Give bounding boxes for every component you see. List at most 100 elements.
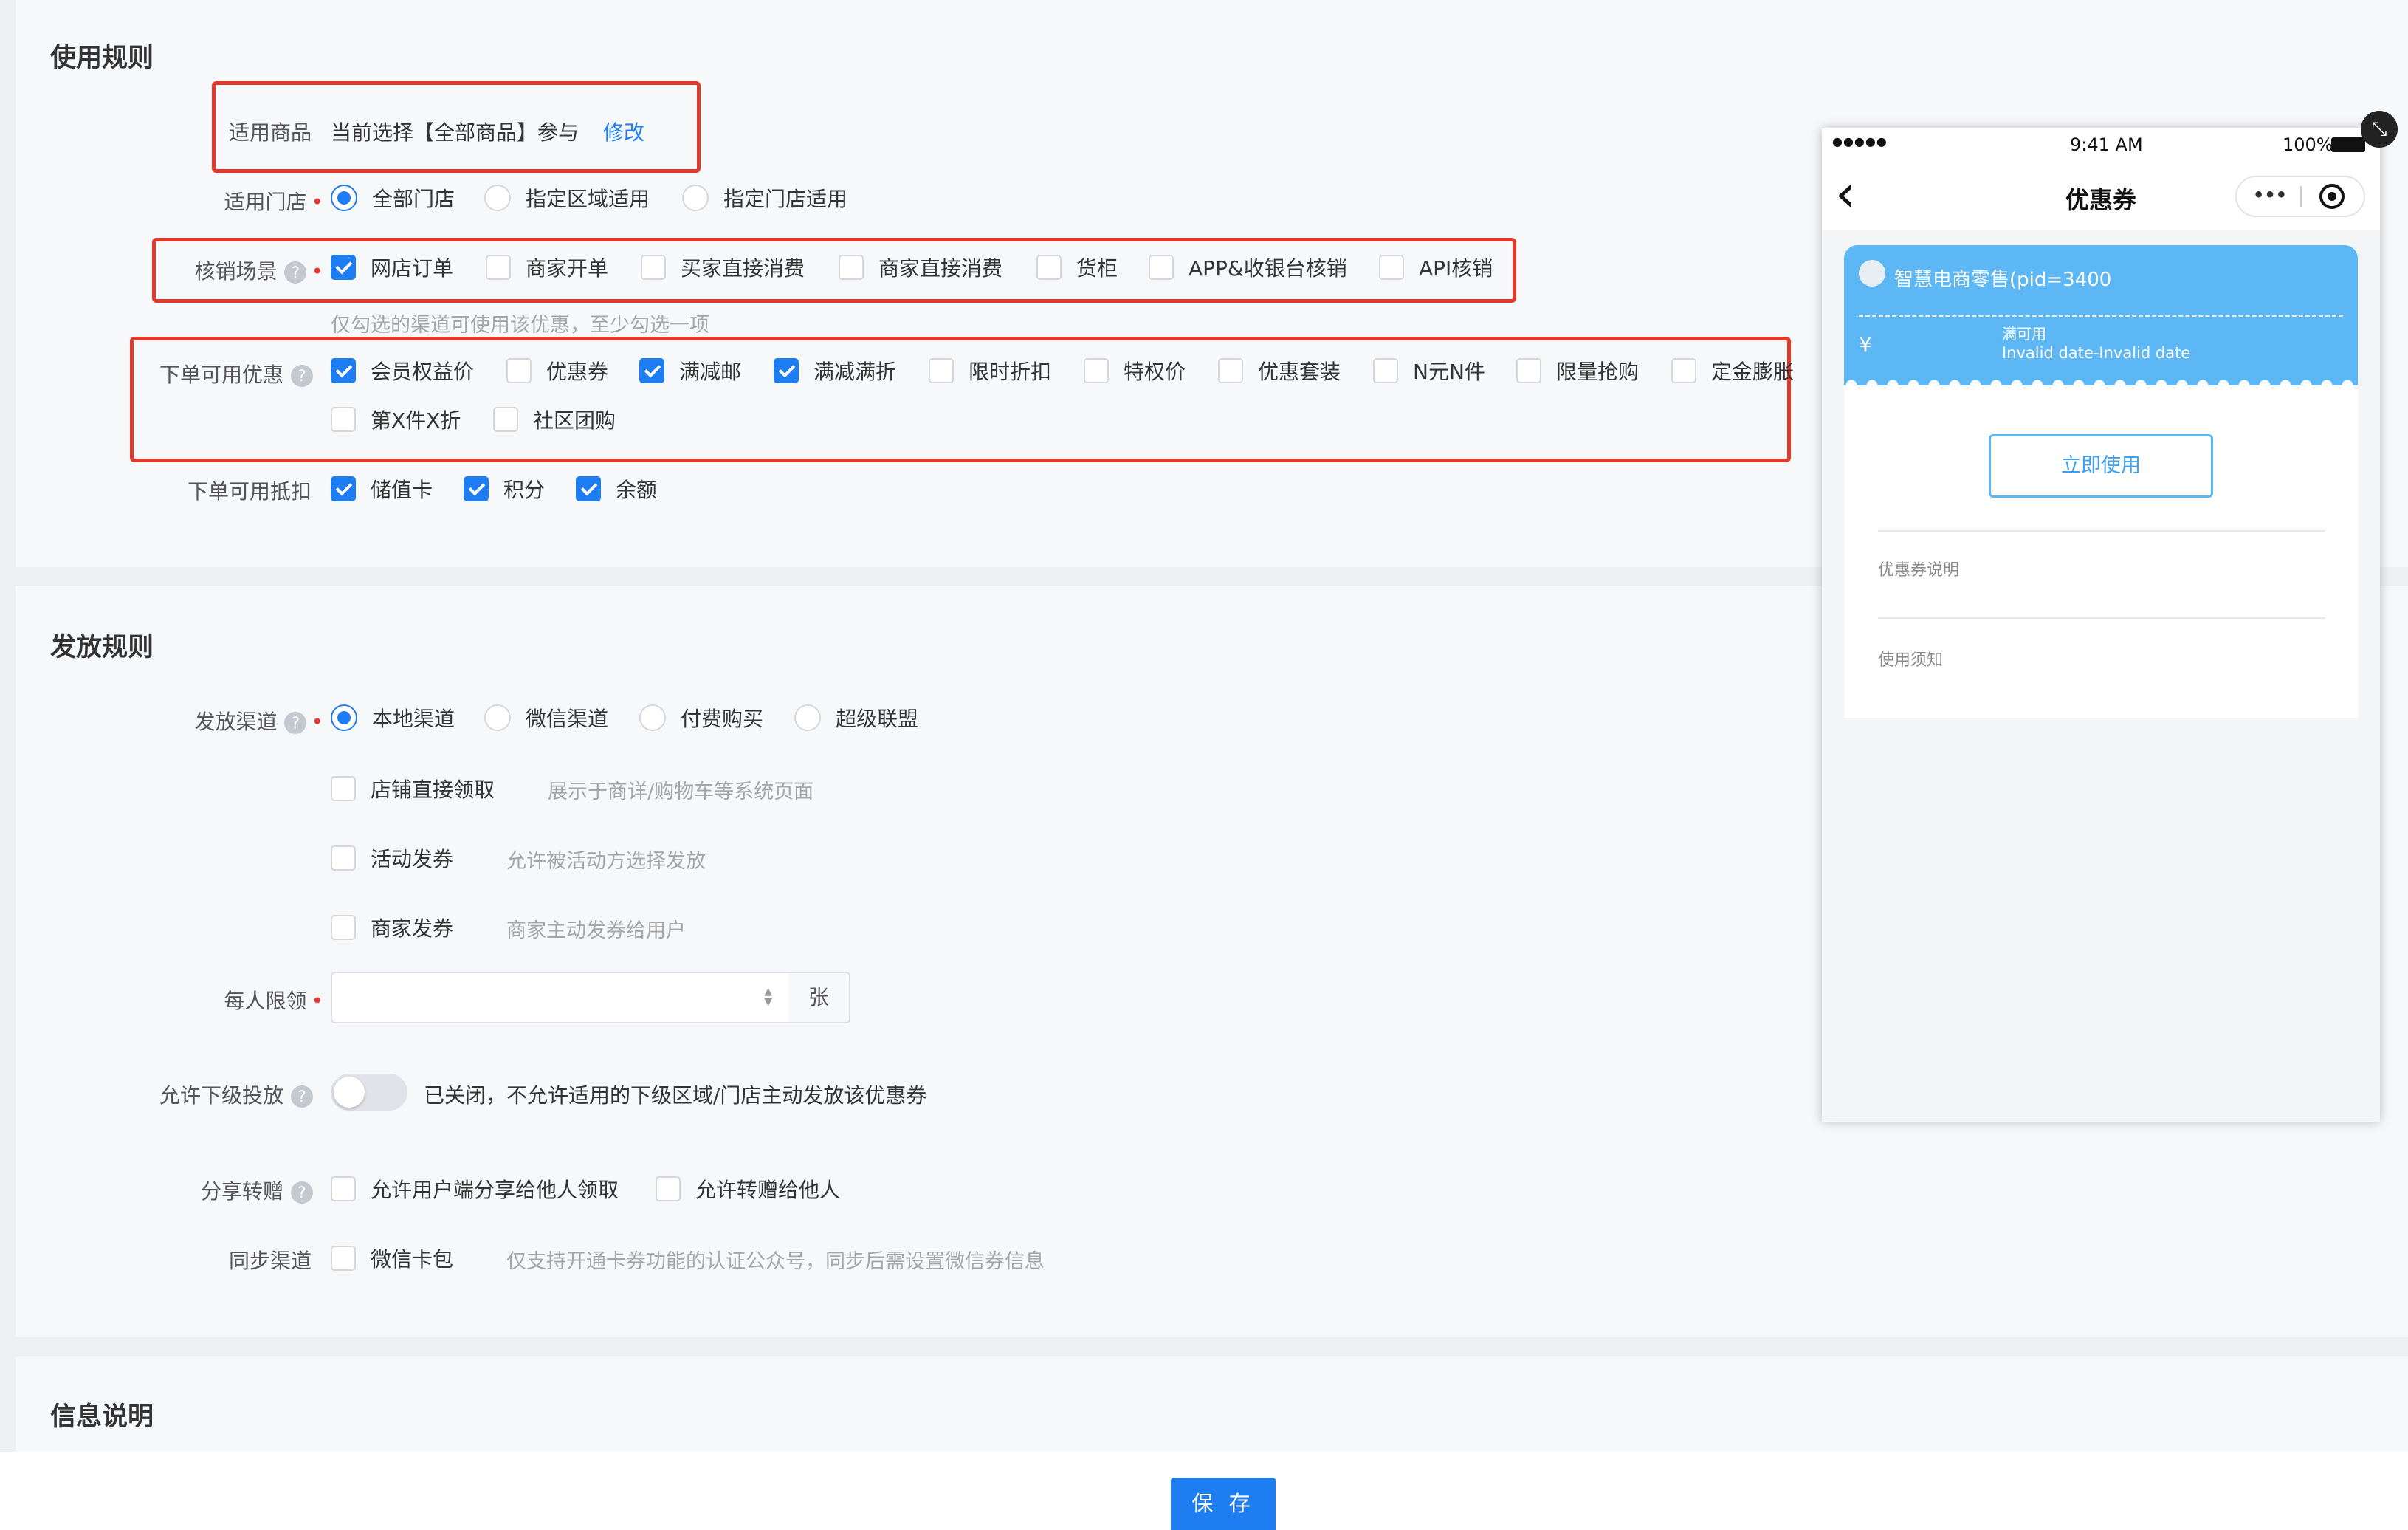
- discount-option[interactable]: 社区团购: [493, 405, 616, 434]
- radio-icon[interactable]: [331, 185, 357, 211]
- order-deductions-label: 下单可用抵扣: [187, 479, 312, 504]
- help-icon[interactable]: ?: [291, 365, 313, 387]
- coupon-notice-label[interactable]: 使用须知: [1878, 647, 1943, 670]
- checkbox-icon[interactable]: [506, 358, 532, 383]
- use-now-button[interactable]: 立即使用: [1989, 434, 2213, 498]
- coupon-desc-label[interactable]: 优惠券说明: [1878, 557, 1959, 580]
- issue-channel-label: 发放渠道? •: [194, 710, 323, 734]
- checkbox-icon[interactable]: [1671, 358, 1696, 383]
- limit-unit: 张: [788, 972, 850, 1023]
- more-icon[interactable]: •••: [2253, 185, 2287, 205]
- checkbox-icon[interactable]: [656, 1176, 681, 1201]
- discount-option[interactable]: 第X件X折: [331, 405, 461, 434]
- checkbox-icon[interactable]: [464, 476, 489, 501]
- checkbox-icon[interactable]: [576, 476, 601, 501]
- store-option-store[interactable]: 指定门店适用: [682, 183, 847, 213]
- checkbox-icon[interactable]: [1036, 255, 1062, 280]
- activity-issue-hint: 允许被活动方选择发放: [506, 850, 706, 873]
- status-time: 9:41 AM: [2070, 134, 2143, 155]
- issue-rules-title: 发放规则: [50, 633, 154, 662]
- help-icon[interactable]: ?: [284, 712, 307, 734]
- writeoff-option[interactable]: 买家直接消费: [641, 253, 805, 282]
- store-option-all[interactable]: 全部门店: [331, 183, 455, 213]
- writeoff-option[interactable]: APP&收银台核销: [1149, 253, 1347, 282]
- store-option-region[interactable]: 指定区域适用: [484, 183, 650, 213]
- help-icon[interactable]: ?: [284, 261, 307, 284]
- discount-option[interactable]: 定金膨胀: [1671, 356, 1795, 385]
- radio-icon[interactable]: [484, 185, 511, 211]
- channel-option-wechat[interactable]: 微信渠道: [484, 703, 608, 733]
- nav-bar: ‹ 优惠券 •••: [1822, 161, 2380, 230]
- discount-option[interactable]: 优惠套装: [1218, 356, 1341, 385]
- discount-option[interactable]: 会员权益价: [331, 356, 474, 385]
- merchant-issue-hint: 商家主动发券给用户: [506, 919, 686, 942]
- radio-icon[interactable]: [639, 704, 666, 731]
- help-icon[interactable]: ?: [291, 1181, 313, 1204]
- checkbox-icon[interactable]: [639, 358, 664, 383]
- discount-option[interactable]: N元N件: [1373, 356, 1485, 385]
- writeoff-option[interactable]: 商家直接消费: [839, 253, 1002, 282]
- writeoff-option[interactable]: 商家开单: [486, 253, 608, 282]
- checkbox-icon[interactable]: [331, 776, 356, 801]
- deduction-option[interactable]: 积分: [464, 474, 545, 504]
- channel-option-alliance[interactable]: 超级联盟: [794, 703, 918, 733]
- share-option[interactable]: 允许用户端分享给他人领取: [331, 1174, 619, 1204]
- checkbox-icon[interactable]: [1218, 358, 1243, 383]
- channel-option-paid[interactable]: 付费购买: [639, 703, 763, 733]
- help-icon[interactable]: ?: [291, 1085, 313, 1108]
- deduction-option[interactable]: 余额: [576, 474, 657, 504]
- radio-icon[interactable]: [484, 704, 511, 731]
- checkbox-icon[interactable]: [1149, 255, 1174, 280]
- checkbox-icon[interactable]: [1373, 358, 1398, 383]
- radio-icon[interactable]: [794, 704, 821, 731]
- checkbox-icon[interactable]: [839, 255, 864, 280]
- edit-goods-link[interactable]: 修改: [603, 117, 644, 146]
- activity-issue[interactable]: 活动发券: [331, 843, 453, 873]
- transfer-option[interactable]: 允许转赠给他人: [656, 1174, 840, 1204]
- checkbox-icon[interactable]: [331, 476, 356, 501]
- checkbox-icon[interactable]: [331, 915, 356, 940]
- collapse-icon[interactable]: ⤡: [2361, 111, 2398, 148]
- radio-icon[interactable]: [331, 704, 357, 731]
- discount-option[interactable]: 限量抢购: [1516, 356, 1639, 385]
- checkbox-icon[interactable]: [774, 358, 799, 383]
- deduction-option[interactable]: 储值卡: [331, 474, 433, 504]
- allow-sub-delivery-toggle[interactable]: [331, 1074, 407, 1111]
- checkbox-icon[interactable]: [493, 407, 518, 432]
- checkbox-icon[interactable]: [331, 358, 356, 383]
- merchant-issue[interactable]: 商家发券: [331, 913, 453, 942]
- checkbox-icon[interactable]: [486, 255, 511, 280]
- checkbox-icon[interactable]: [929, 358, 954, 383]
- radio-icon[interactable]: [682, 185, 709, 211]
- checkbox-icon[interactable]: [1084, 358, 1109, 383]
- discount-option[interactable]: 特权价: [1084, 356, 1186, 385]
- discount-option[interactable]: 满减满折: [774, 356, 896, 385]
- checkbox-icon[interactable]: [1379, 255, 1404, 280]
- per-person-limit-label: 每人限领 •: [224, 989, 323, 1013]
- shop-avatar: [1859, 260, 1885, 287]
- checkbox-icon[interactable]: [331, 407, 356, 432]
- channel-option-local[interactable]: 本地渠道: [331, 703, 455, 733]
- discount-option[interactable]: 满减邮: [639, 356, 741, 385]
- store-direct-claim[interactable]: 店铺直接领取: [331, 774, 495, 803]
- writeoff-option[interactable]: 货柜: [1036, 253, 1118, 282]
- checkbox-icon[interactable]: [1516, 358, 1541, 383]
- number-stepper[interactable]: ▲ ▼: [764, 987, 772, 1007]
- checkbox-icon[interactable]: [331, 845, 356, 871]
- checkbox-icon[interactable]: [331, 1246, 356, 1271]
- battery-text: 100%: [2283, 134, 2333, 155]
- wechat-cardbag-option[interactable]: 微信卡包: [331, 1243, 453, 1273]
- phone-preview: ●●●●● 9:41 AM 100% ‹ 优惠券 ••• 智慧电商零售(pid=…: [1822, 128, 2380, 1122]
- status-bar: ●●●●● 9:41 AM 100%: [1822, 128, 2380, 161]
- per-person-limit-input[interactable]: ▲ ▼: [331, 972, 790, 1023]
- discount-option[interactable]: 优惠券: [506, 356, 608, 385]
- save-button[interactable]: 保 存: [1171, 1478, 1276, 1530]
- checkbox-icon[interactable]: [331, 1176, 356, 1201]
- writeoff-option[interactable]: API核销: [1379, 253, 1493, 282]
- writeoff-option[interactable]: 网店订单: [331, 253, 453, 282]
- checkbox-icon[interactable]: [331, 255, 356, 280]
- checkbox-icon[interactable]: [641, 255, 666, 280]
- applicable-goods-label: 适用商品: [228, 120, 312, 145]
- discount-option[interactable]: 限时折扣: [929, 356, 1051, 385]
- capsule-menu[interactable]: •••: [2235, 176, 2365, 217]
